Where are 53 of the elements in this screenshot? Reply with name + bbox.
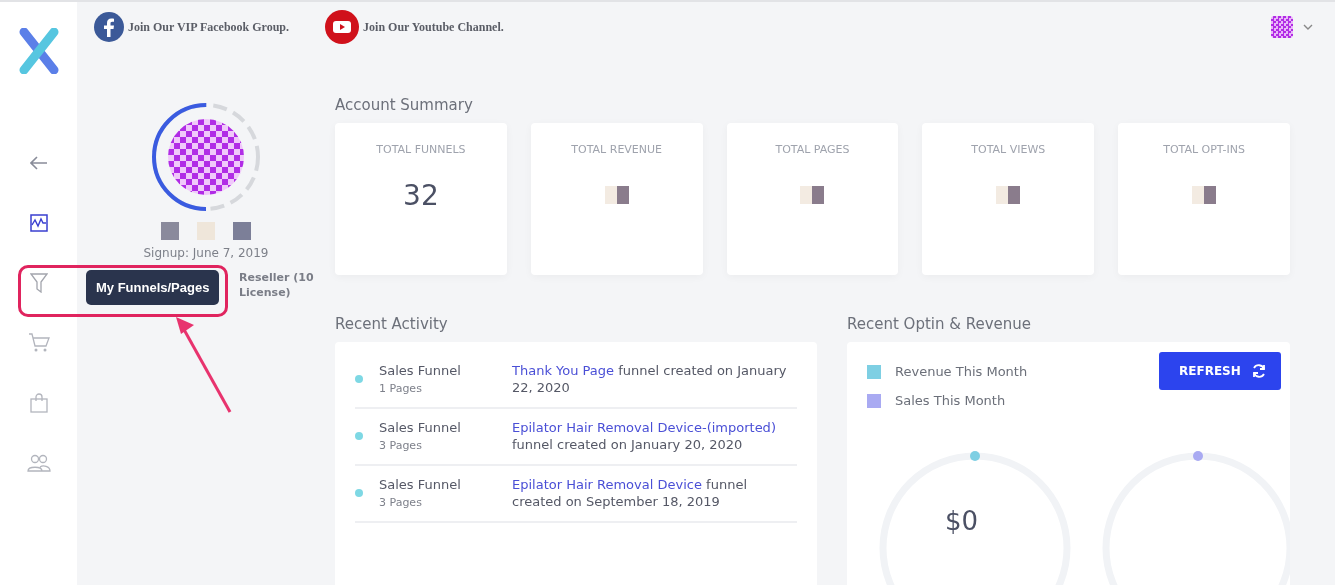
- facebook-logo-icon: [94, 12, 124, 42]
- page-count: 3 Pages: [379, 439, 423, 452]
- redacted-block: [604, 186, 629, 204]
- section-title: Recent Activity: [335, 315, 449, 333]
- account-menu-button[interactable]: [1271, 16, 1313, 38]
- funnel-type: Sales Funnel: [379, 363, 462, 378]
- funnel-link[interactable]: Epilator Hair Removal Device: [512, 477, 702, 492]
- refresh-button[interactable]: REFRESH: [1159, 352, 1281, 390]
- activity-text: Epilator Hair Removal Device-(imported) funnel created on January 20, 2020: [512, 419, 777, 453]
- status-dot: [355, 375, 363, 383]
- funnel-type: Sales Funnel: [379, 420, 462, 435]
- avatar: [1271, 16, 1293, 38]
- arrow-left-icon: [29, 156, 48, 170]
- refresh-icon: [1251, 363, 1267, 379]
- activity-text: Thank You Page funnel created on January 22, 2020: [512, 362, 788, 396]
- shopping-bag-icon: [29, 393, 48, 413]
- card-label: TOTAL FUNNELS: [376, 143, 466, 156]
- legend-label: Sales This Month: [895, 393, 1006, 408]
- funnel-icon: [29, 273, 48, 293]
- status-dot: [355, 432, 363, 440]
- redacted-block: [800, 186, 825, 204]
- card-value: 32: [403, 178, 439, 212]
- redacted-block: [161, 222, 179, 240]
- chevron-down-icon: [1303, 24, 1313, 30]
- redacted-block: [996, 186, 1021, 204]
- card-label: TOTAL REVENUE: [571, 143, 663, 156]
- card-label: TOTAL PAGES: [775, 143, 850, 156]
- signup-date: Signup: June 7, 2019: [143, 246, 269, 260]
- page-count: 3 Pages: [379, 496, 423, 509]
- chart-icon: [29, 214, 48, 232]
- section-title: Recent Optin & Revenue: [847, 315, 1033, 333]
- card-label: TOTAL VIEWS: [971, 143, 1046, 156]
- tooltip: My Funnels/Pages: [86, 270, 220, 305]
- users-icon: [26, 454, 51, 472]
- card-label: TOTAL OPT-INS: [1163, 143, 1245, 156]
- redacted-block: [197, 222, 215, 240]
- youtube-group-link[interactable]: Join Our Youtube Channel.: [325, 10, 504, 44]
- funnel-link[interactable]: Thank You Page: [512, 363, 615, 378]
- section-title: Account Summary: [335, 96, 474, 114]
- funnel-link[interactable]: Epilator Hair Removal Device-(imported): [512, 420, 776, 435]
- status-dot: [355, 489, 363, 497]
- redacted-block: [1192, 186, 1217, 204]
- page-count: 1 Pages: [379, 382, 423, 395]
- gauge-value: $0: [945, 506, 979, 536]
- redacted-block: [233, 222, 251, 240]
- plan-label: Reseller (10 License): [239, 270, 315, 300]
- youtube-logo-icon: [325, 10, 360, 44]
- logo-icon[interactable]: [17, 28, 60, 74]
- facebook-group-link[interactable]: Join Our VIP Facebook Group.: [94, 12, 290, 42]
- cart-icon: [27, 333, 50, 353]
- funnel-type: Sales Funnel: [379, 477, 462, 492]
- legend-label: Revenue This Month: [895, 364, 1028, 379]
- activity-text: Epilator Hair Removal Device funnel created on September 18, 2019: [512, 476, 748, 510]
